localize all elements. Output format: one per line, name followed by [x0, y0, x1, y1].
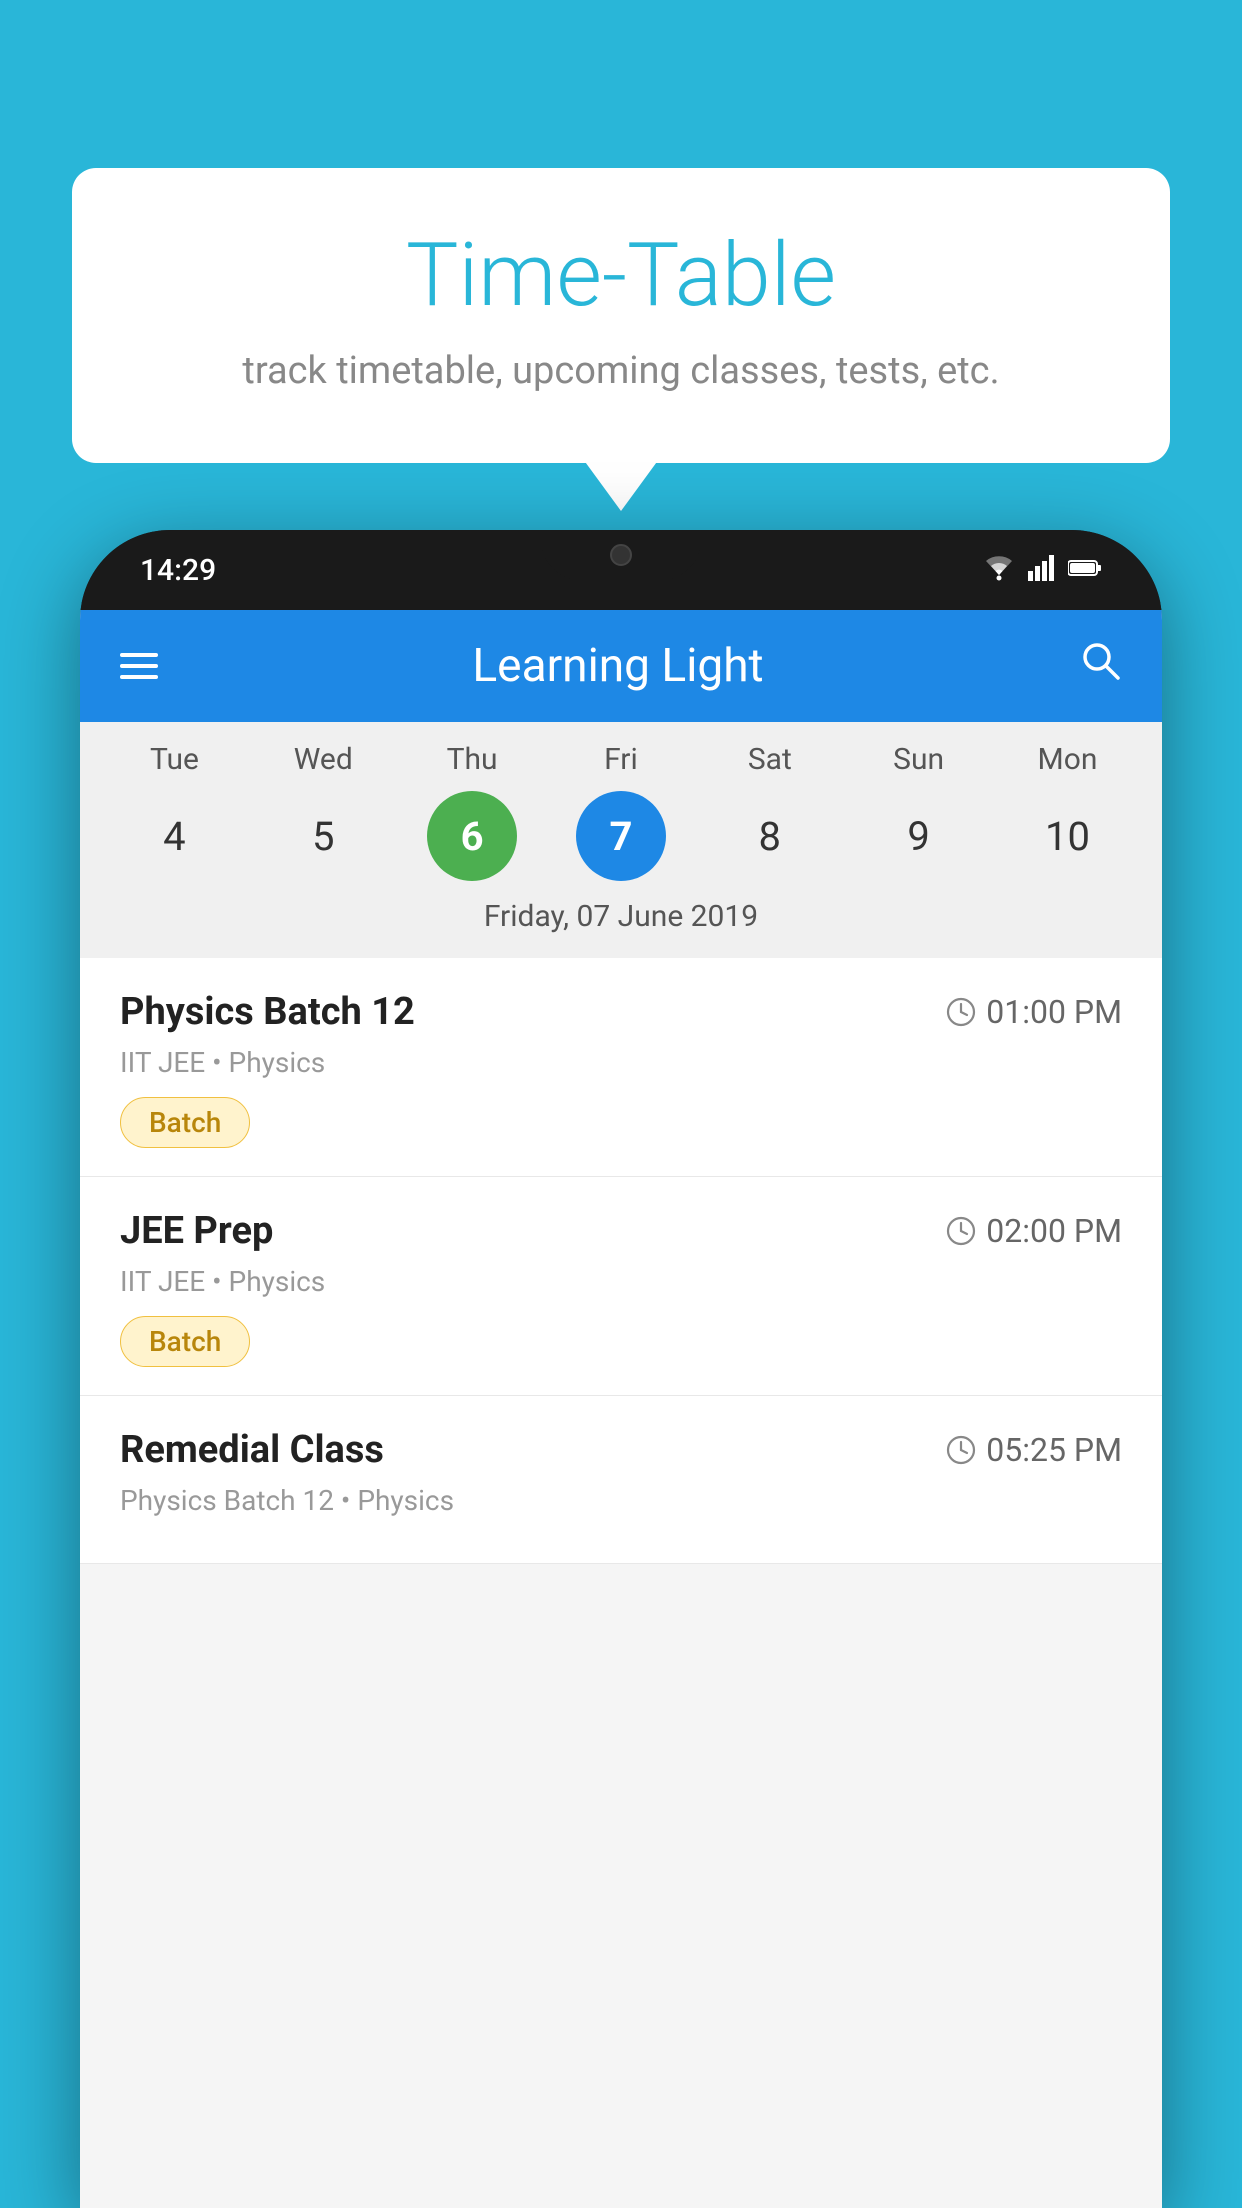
day-header: Sun — [874, 742, 964, 777]
class-time: 05:25 PM — [946, 1431, 1122, 1469]
status-bar: 14:29 — [80, 530, 1162, 610]
day-number-7[interactable]: 7 — [576, 791, 666, 881]
day-headers: Tue Wed Thu Fri Sat Sun Mon — [80, 742, 1162, 777]
day-header: Wed — [278, 742, 368, 777]
search-icon[interactable] — [1078, 638, 1122, 694]
clock-icon — [946, 1435, 976, 1465]
batch-tag: Batch — [120, 1316, 250, 1367]
class-list: Physics Batch 12 01:00 PM IIT JEE • Phys… — [80, 958, 1162, 1564]
calendar-section: Tue Wed Thu Fri Sat Sun Mon 456789 10 Friday, 0… — [80, 722, 1162, 958]
day-number-6[interactable]: 6 — [427, 791, 517, 881]
class-meta: IIT JEE • Physics — [120, 1046, 1122, 1079]
day-number-8[interactable]: 8 — [725, 791, 815, 881]
clock-icon — [946, 997, 976, 1027]
status-icons — [982, 553, 1102, 588]
speech-bubble-subtitle: track timetable, upcoming classes, tests… — [122, 349, 1120, 393]
day-numbers: 456789 10 — [80, 791, 1162, 881]
class-meta: Physics Batch 12 • Physics — [120, 1484, 1122, 1517]
battery-icon — [1068, 555, 1102, 585]
day-number-4[interactable]: 4 — [129, 791, 219, 881]
day-header: Fri — [576, 742, 666, 777]
day-header: Thu — [427, 742, 517, 777]
class-time: 02:00 PM — [946, 1212, 1122, 1250]
day-number-10[interactable]: 10 — [1022, 791, 1112, 881]
speech-bubble-title: Time-Table — [122, 228, 1120, 325]
day-number-9[interactable]: 9 — [874, 791, 964, 881]
class-meta: IIT JEE • Physics — [120, 1265, 1122, 1298]
day-number-5[interactable]: 5 — [278, 791, 368, 881]
wifi-icon — [982, 553, 1016, 588]
day-header: Mon — [1022, 742, 1112, 777]
menu-icon[interactable] — [120, 653, 158, 679]
class-name: Remedial Class — [120, 1428, 384, 1472]
class-name: JEE Prep — [120, 1209, 273, 1253]
class-name: Physics Batch 12 — [120, 990, 415, 1034]
class-item[interactable]: Remedial Class 05:25 PM Physics Batch 12… — [80, 1396, 1162, 1564]
day-header: Sat — [725, 742, 815, 777]
phone-notch — [541, 530, 701, 580]
batch-tag: Batch — [120, 1097, 250, 1148]
class-item[interactable]: Physics Batch 12 01:00 PM IIT JEE • Phys… — [80, 958, 1162, 1177]
speech-bubble: Time-Table track timetable, upcoming cla… — [72, 168, 1170, 463]
app-title: Learning Light — [472, 639, 763, 693]
day-header: Tue — [129, 742, 219, 777]
status-time: 14:29 — [140, 553, 216, 588]
clock-icon — [946, 1216, 976, 1246]
class-time: 01:00 PM — [946, 993, 1122, 1031]
class-item-header: Physics Batch 12 01:00 PM — [120, 990, 1122, 1034]
camera-sensor — [610, 544, 632, 566]
class-item-header: JEE Prep 02:00 PM — [120, 1209, 1122, 1253]
app-header: Learning Light — [80, 610, 1162, 722]
class-item-header: Remedial Class 05:25 PM — [120, 1428, 1122, 1472]
selected-date: Friday, 07 June 2019 — [80, 881, 1162, 948]
signal-icon — [1028, 553, 1056, 588]
class-item[interactable]: JEE Prep 02:00 PM IIT JEE • Physics Batc… — [80, 1177, 1162, 1396]
phone-frame: 14:29 — [80, 530, 1162, 2208]
app-screen: Learning Light Tue Wed Thu Fri Sat Sun Mon 456… — [80, 610, 1162, 2208]
